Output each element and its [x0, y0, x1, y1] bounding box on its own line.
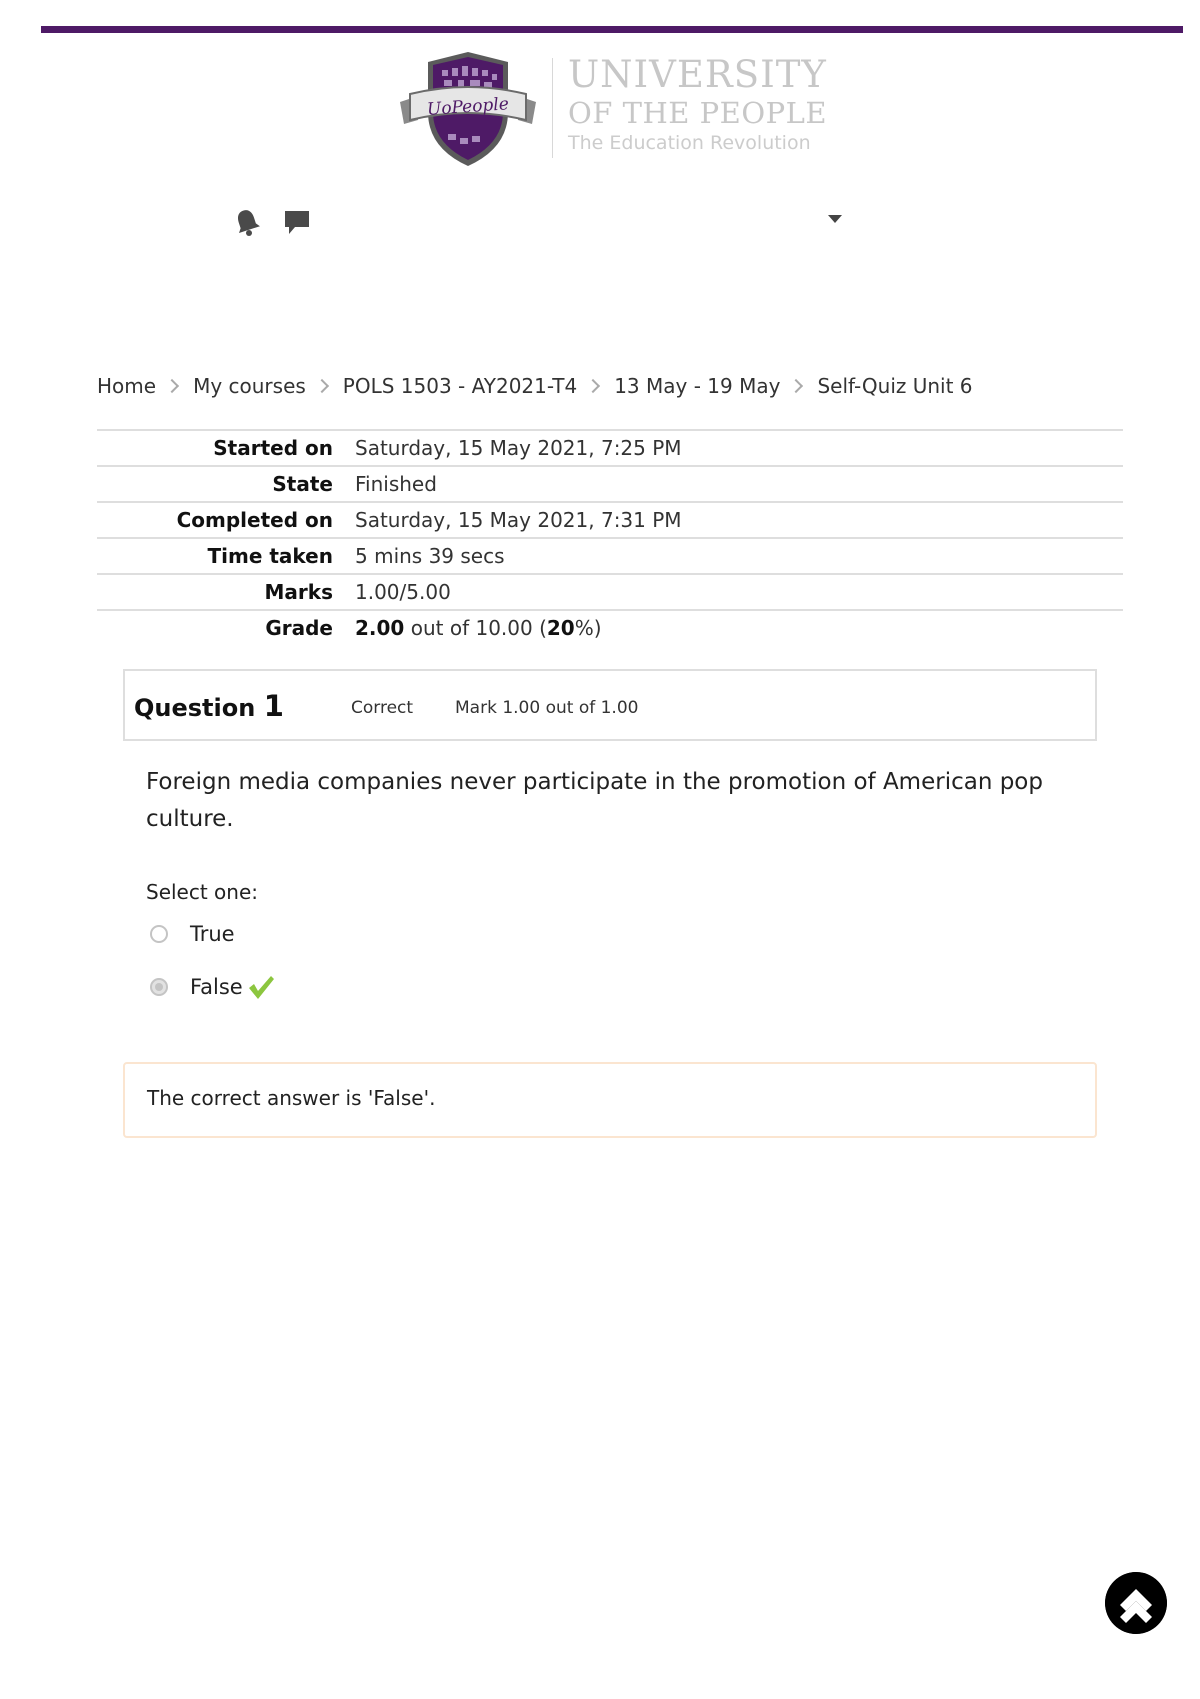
back-to-top-button[interactable] — [1105, 1572, 1167, 1634]
radio-true[interactable] — [150, 925, 168, 943]
answer-label-false: False — [190, 975, 243, 999]
radio-false[interactable] — [150, 978, 168, 996]
chevron-right-icon — [789, 378, 804, 394]
breadcrumb-home[interactable]: Home — [97, 374, 156, 398]
summary-label: Time taken — [97, 537, 355, 574]
question-title-label: Question — [134, 694, 256, 722]
answer-option-true[interactable]: True — [150, 922, 235, 946]
summary-label: Started on — [97, 429, 355, 466]
summary-value: 2.00 out of 10.00 (20%) — [355, 609, 1123, 645]
grade-percent: 20 — [546, 616, 575, 640]
correct-answer-feedback: The correct answer is 'False'. — [147, 1086, 436, 1110]
logo-divider — [552, 58, 553, 158]
question-state: Correct — [351, 698, 414, 718]
summary-value: 1.00/5.00 — [355, 573, 1123, 610]
caret-down-icon[interactable] — [827, 214, 843, 224]
checkmark-icon — [248, 976, 274, 999]
feedback-box: The correct answer is 'False'. — [123, 1062, 1097, 1138]
summary-value: Finished — [355, 465, 1123, 502]
logo-wordmark: UNIVERSITY OF THE PEOPLE The Education R… — [568, 56, 827, 153]
chevron-right-icon — [586, 378, 601, 394]
summary-label: Marks — [97, 573, 355, 610]
breadcrumb: Home My courses POLS 1503 - AY2021-T4 13… — [97, 374, 973, 398]
question-info-box: Question 1 Correct Mark 1.00 out of 1.00 — [123, 669, 1097, 741]
logo-tagline: The Education Revolution — [568, 132, 811, 154]
answer-option-false[interactable]: False — [150, 973, 275, 1001]
question-text: Foreign media companies never participat… — [146, 769, 1043, 832]
grade-out-of: out of 10.00 ( — [404, 616, 547, 640]
question-number: 1 — [263, 689, 284, 723]
attempt-summary-table: Started on Saturday, 15 May 2021, 7:25 P… — [97, 429, 1123, 645]
logo-line-university: UNIVERSITY — [568, 53, 827, 96]
bell-icon[interactable] — [234, 208, 260, 236]
select-one-prompt: Select one: — [146, 880, 259, 904]
question-title: Question 1 — [134, 689, 284, 723]
summary-row-grade: Grade 2.00 out of 10.00 (20%) — [97, 609, 1123, 645]
breadcrumb-course[interactable]: POLS 1503 - AY2021-T4 — [343, 374, 577, 398]
summary-label: Completed on — [97, 501, 355, 538]
summary-value: Saturday, 15 May 2021, 7:25 PM — [355, 429, 1123, 466]
summary-row-time-taken: Time taken 5 mins 39 secs — [97, 537, 1123, 574]
uopeople-shield-logo: UoPeople — [400, 52, 536, 166]
grade-score: 2.00 — [355, 616, 405, 640]
top-accent-bar — [41, 26, 1183, 33]
chat-icon[interactable] — [283, 208, 311, 236]
breadcrumb-quiz[interactable]: Self-Quiz Unit 6 — [817, 374, 972, 398]
chevron-right-icon — [314, 378, 329, 394]
summary-label: State — [97, 465, 355, 502]
question-mark: Mark 1.00 out of 1.00 — [455, 698, 639, 718]
summary-row-marks: Marks 1.00/5.00 — [97, 573, 1123, 610]
grade-percent-suffix: %) — [574, 616, 602, 640]
university-logo[interactable]: UoPeople UNIVERSITY OF THE PEOPLE The Ed… — [398, 50, 828, 168]
summary-row-state: State Finished — [97, 465, 1123, 502]
summary-row-started-on: Started on Saturday, 15 May 2021, 7:25 P… — [97, 429, 1123, 466]
answer-label-true: True — [190, 922, 235, 946]
summary-label: Grade — [97, 609, 355, 645]
chevron-right-icon — [164, 378, 180, 394]
summary-row-completed-on: Completed on Saturday, 15 May 2021, 7:31… — [97, 501, 1123, 538]
summary-value: 5 mins 39 secs — [355, 537, 1123, 574]
summary-value: Saturday, 15 May 2021, 7:31 PM — [355, 501, 1123, 538]
logo-line-of-the-people: OF THE PEOPLE — [568, 96, 828, 130]
breadcrumb-my-courses[interactable]: My courses — [193, 374, 306, 398]
breadcrumb-week[interactable]: 13 May - 19 May — [614, 374, 780, 398]
